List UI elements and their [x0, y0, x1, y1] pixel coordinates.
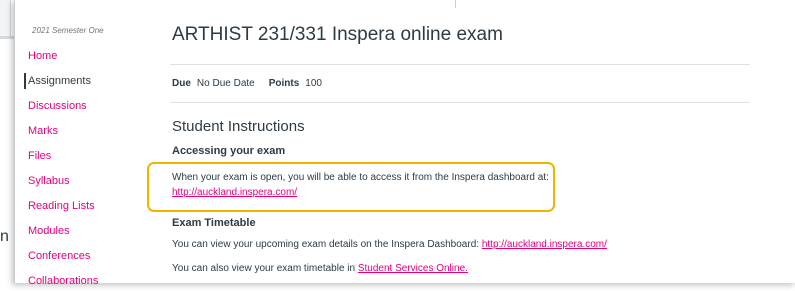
- term-label: 2021 Semester One: [32, 26, 104, 35]
- meta-divider: [170, 102, 750, 103]
- canvas-assignment-window: 2021 Semester One Home Assignments Discu…: [14, 0, 795, 287]
- nav-item-collaborations[interactable]: Collaborations: [28, 271, 98, 291]
- nav-item-assignments[interactable]: Assignments: [24, 71, 91, 91]
- due-label: Due: [172, 78, 191, 89]
- background-window: [0, 0, 11, 37]
- background-divider: [0, 36, 14, 39]
- timetable-line-1-text: You can view your upcoming exam details …: [172, 239, 482, 250]
- inspera-dashboard-link-2[interactable]: http://auckland.inspera.com/: [482, 239, 607, 250]
- assignment-meta: Due No Due Date Points 100: [172, 78, 322, 89]
- nav-item-modules[interactable]: Modules: [28, 221, 70, 241]
- nav-item-files[interactable]: Files: [28, 146, 51, 166]
- accessing-exam-heading: Accessing your exam: [172, 145, 286, 157]
- timetable-line-2: You can also view your exam timetable in…: [172, 262, 468, 276]
- title-divider: [170, 64, 750, 65]
- nav-item-conferences[interactable]: Conferences: [28, 246, 90, 266]
- points-value: 100: [305, 78, 322, 89]
- exam-timetable-heading: Exam Timetable: [172, 217, 256, 229]
- points-label: Points: [268, 78, 300, 89]
- highlight-annotation: [147, 162, 555, 212]
- timetable-line-1: You can view your upcoming exam details …: [172, 238, 607, 252]
- nav-item-discussions[interactable]: Discussions: [28, 96, 87, 116]
- timetable-line-2-text: You can also view your exam timetable in: [172, 263, 358, 274]
- instructions-heading: Student Instructions: [172, 118, 305, 135]
- nav-item-marks[interactable]: Marks: [28, 121, 58, 141]
- due-value: No Due Date: [196, 78, 255, 89]
- student-services-online-link[interactable]: Student Services Online.: [358, 263, 468, 274]
- course-navigation: 2021 Semester One Home Assignments Discu…: [24, 0, 138, 287]
- assignment-content: ARTHIST 231/331 Inspera online exam Due N…: [170, 0, 770, 283]
- background-text-fragment: n: [0, 228, 9, 245]
- page-title: ARTHIST 231/331 Inspera online exam: [172, 24, 503, 45]
- nav-item-syllabus[interactable]: Syllabus: [28, 171, 70, 191]
- nav-item-home[interactable]: Home: [28, 46, 57, 66]
- nav-item-reading-lists[interactable]: Reading Lists: [28, 196, 95, 216]
